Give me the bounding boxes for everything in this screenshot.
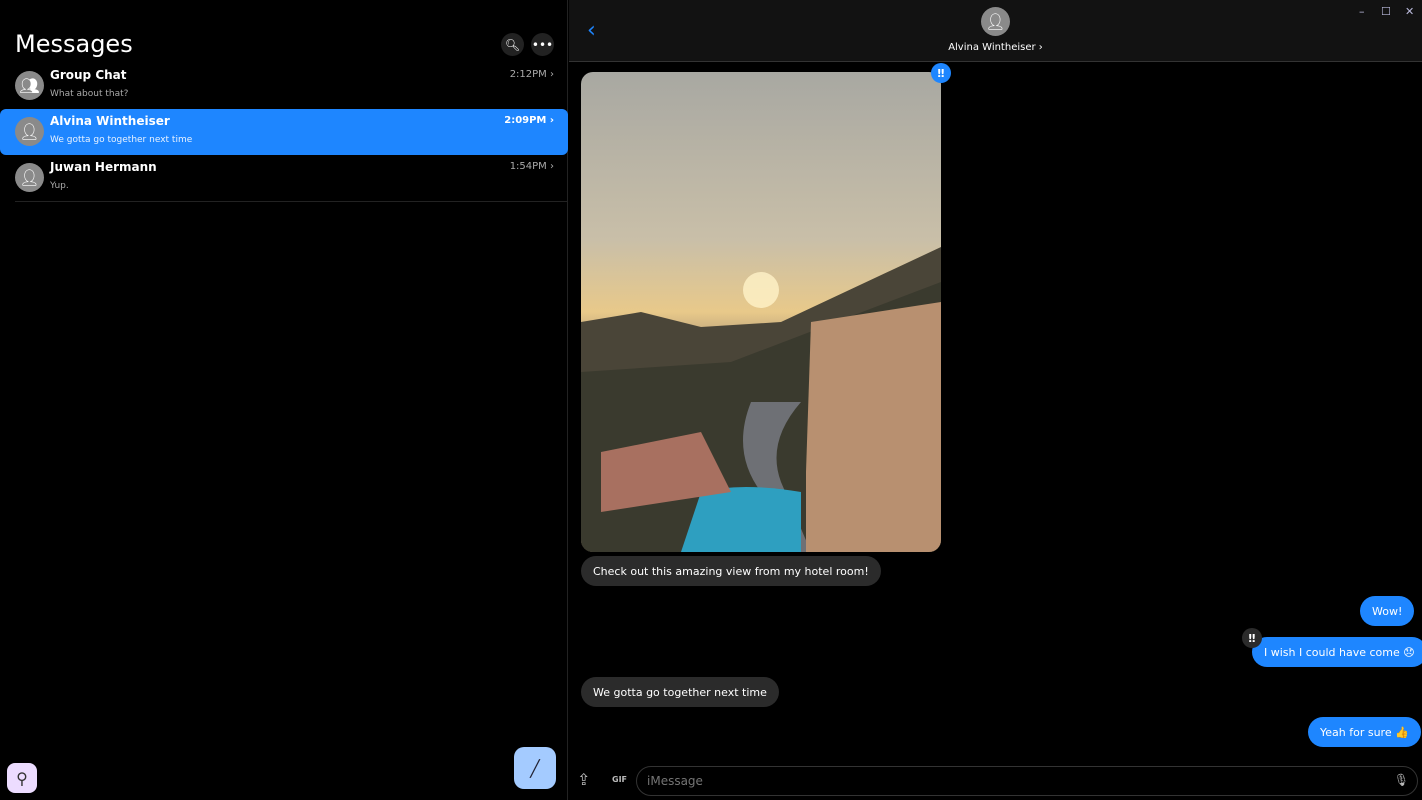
gif-button[interactable]: GIF <box>612 775 627 784</box>
conversation-preview: We gotta go together next time <box>50 135 193 145</box>
pencil-icon: ╱ <box>530 758 540 778</box>
more-button[interactable]: ••• <box>531 33 554 56</box>
message-bubble-incoming[interactable]: We gotta go together next time <box>581 677 779 707</box>
contact-avatar[interactable]: 👤︎ <box>981 7 1010 36</box>
chat-header: ‹ 👤︎ Alvina Wintheiser › – ☐ ✕ <box>569 0 1422 62</box>
conversation-time: 2:12PM <box>509 69 547 80</box>
message-composer: 🎙︎ <box>636 766 1418 796</box>
sidebar: Messages 🔍︎ ••• 👥︎ Group Chat What about… <box>0 0 568 800</box>
message-bubble-incoming[interactable]: Check out this amazing view from my hote… <box>581 556 881 586</box>
conversation-time: 1:54PM <box>509 161 547 172</box>
close-button[interactable]: ✕ <box>1405 5 1414 18</box>
conversation-preview: What about that? <box>50 89 129 99</box>
minimize-button[interactable]: – <box>1359 5 1365 18</box>
tapback-emphasis-icon: ‼ <box>931 63 951 83</box>
conversation-time: 2:09PM <box>504 115 547 126</box>
avatar: 👤︎ <box>15 163 44 192</box>
maximize-button[interactable]: ☐ <box>1381 5 1391 18</box>
floating-search-button[interactable]: ⚲ <box>7 763 37 793</box>
compose-button[interactable]: ╱ <box>514 747 556 789</box>
chevron-right-icon: › <box>549 115 554 126</box>
conversation-item[interactable]: 👤︎ Juwan Hermann Yup. 1:54PM › <box>0 155 568 201</box>
divider <box>15 201 568 202</box>
photo-attachment[interactable] <box>581 72 941 552</box>
conversation-item[interactable]: 👤︎ Alvina Wintheiser We gotta go togethe… <box>0 109 568 155</box>
group-avatar: 👥︎ <box>15 71 44 100</box>
message-bubble-outgoing[interactable]: I wish I could have come 😞 <box>1252 637 1422 667</box>
conversation-name: Alvina Wintheiser <box>50 114 170 128</box>
contact-name-text: Alvina Wintheiser <box>948 42 1036 53</box>
conversation-name: Group Chat <box>50 68 127 82</box>
chevron-right-icon: › <box>550 161 554 172</box>
message-bubble-outgoing[interactable]: Yeah for sure 👍 <box>1308 717 1421 747</box>
avatar: 👤︎ <box>15 117 44 146</box>
more-icon: ••• <box>531 37 554 52</box>
sidebar-title: Messages <box>15 30 133 58</box>
search-icon: 🔍︎ <box>504 37 521 52</box>
conversation-item[interactable]: 👥︎ Group Chat What about that? 2:12PM › <box>0 63 568 109</box>
chevron-right-icon: › <box>550 69 554 80</box>
search-icon: ⚲ <box>16 768 28 788</box>
tapback-emphasis-icon: ‼ <box>1242 628 1262 648</box>
message-bubble-outgoing[interactable]: Wow! <box>1360 596 1415 626</box>
microphone-icon[interactable]: 🎙︎ <box>1394 773 1409 787</box>
back-button[interactable]: ‹ <box>587 18 596 43</box>
contact-name[interactable]: Alvina Wintheiser › <box>569 42 1422 53</box>
conversation-preview: Yup. <box>50 181 69 191</box>
attachment-icon[interactable]: ⇪ <box>577 770 590 789</box>
message-input[interactable] <box>637 767 1377 795</box>
conversation-name: Juwan Hermann <box>50 160 157 174</box>
search-button[interactable]: 🔍︎ <box>501 33 524 56</box>
